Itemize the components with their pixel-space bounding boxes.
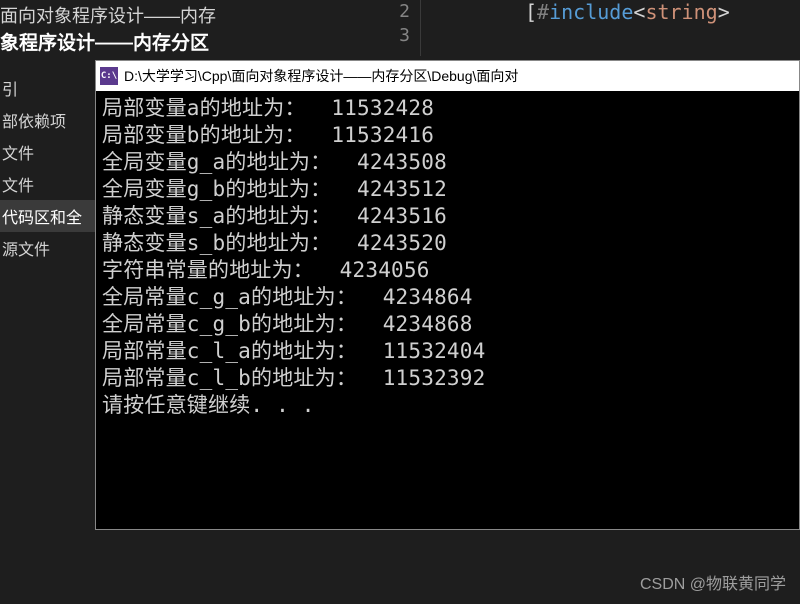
- sidebar-item[interactable]: 文件: [0, 168, 95, 200]
- line-number: 2: [390, 0, 410, 24]
- editor-line-numbers: 2 3: [390, 0, 410, 48]
- console-line: 静态变量s_a的地址为： 4243516: [102, 204, 447, 228]
- cmd-icon: C:\: [100, 67, 118, 85]
- console-line: 静态变量s_b的地址为： 4243520: [102, 231, 447, 255]
- console-titlebar[interactable]: C:\ D:\大学学习\Cpp\面向对象程序设计——内存分区\Debug\面向对: [96, 61, 799, 91]
- sidebar-item[interactable]: 部依赖项: [0, 104, 95, 136]
- sidebar-item[interactable]: 引: [0, 72, 95, 104]
- console-line: 局部变量b的地址为： 11532416: [102, 123, 434, 147]
- code-editor-line[interactable]: [#include<string>: [525, 0, 730, 24]
- console-line: 局部常量c_l_a的地址为： 11532404: [102, 339, 485, 363]
- watermark: CSDN @物联黄同学: [640, 570, 786, 594]
- console-output[interactable]: 局部变量a的地址为： 11532428 局部变量b的地址为： 11532416 …: [96, 91, 799, 529]
- console-line: 请按任意键继续. . .: [102, 393, 315, 417]
- console-title-text: D:\大学学习\Cpp\面向对象程序设计——内存分区\Debug\面向对: [124, 66, 518, 86]
- console-window[interactable]: C:\ D:\大学学习\Cpp\面向对象程序设计——内存分区\Debug\面向对…: [95, 60, 800, 530]
- vs-project-title: 象程序设计——内存分区: [0, 28, 209, 55]
- console-line: 全局变量g_b的地址为： 4243512: [102, 177, 447, 201]
- solution-explorer[interactable]: 引 部依赖项 文件 文件 代码区和全 源文件: [0, 72, 95, 264]
- editor-divider: [420, 0, 421, 56]
- line-number: 3: [390, 24, 410, 48]
- sidebar-item[interactable]: 源文件: [0, 232, 95, 264]
- console-line: 全局常量c_g_a的地址为： 4234864: [102, 285, 473, 309]
- console-line: 局部常量c_l_b的地址为： 11532392: [102, 366, 485, 390]
- console-line: 全局常量c_g_b的地址为： 4234868: [102, 312, 473, 336]
- sidebar-item[interactable]: 文件: [0, 136, 95, 168]
- vs-tab-title: 面向对象程序设计——内存: [0, 0, 216, 30]
- console-line: 字符串常量的地址为： 4234056: [102, 258, 430, 282]
- console-line: 局部变量a的地址为： 11532428: [102, 96, 434, 120]
- sidebar-item-selected[interactable]: 代码区和全: [0, 200, 95, 232]
- console-line: 全局变量g_a的地址为： 4243508: [102, 150, 447, 174]
